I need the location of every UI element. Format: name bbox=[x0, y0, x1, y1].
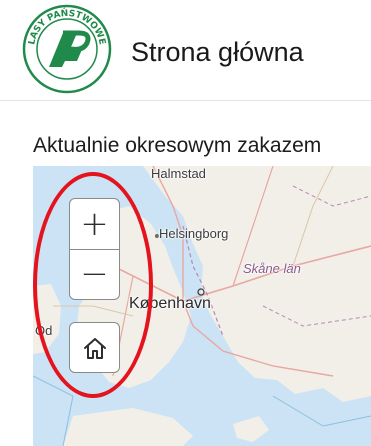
place-label-kobenhavn: København bbox=[129, 295, 211, 312]
home-icon bbox=[83, 337, 106, 359]
place-label-halmstad: Halmstad bbox=[151, 166, 206, 181]
lasy-panstwowe-logo[interactable]: LASY PAŃSTWOWE bbox=[19, 3, 115, 95]
region-label-skane: Skåne län bbox=[243, 261, 301, 276]
page-title: Strona główna bbox=[131, 37, 304, 67]
zoom-control: + − bbox=[69, 198, 120, 300]
place-label-odense: Od bbox=[35, 323, 53, 338]
home-extent-button[interactable] bbox=[69, 322, 120, 373]
zoom-in-button[interactable]: + bbox=[70, 199, 119, 250]
ban-notice-text: Aktualnie okresowym zakazem bbox=[33, 134, 322, 157]
zoom-out-button[interactable]: − bbox=[70, 249, 119, 299]
app-header: LASY PAŃSTWOWE Strona główna bbox=[0, 0, 371, 101]
place-label-helsingborg: Helsingborg bbox=[159, 226, 229, 241]
